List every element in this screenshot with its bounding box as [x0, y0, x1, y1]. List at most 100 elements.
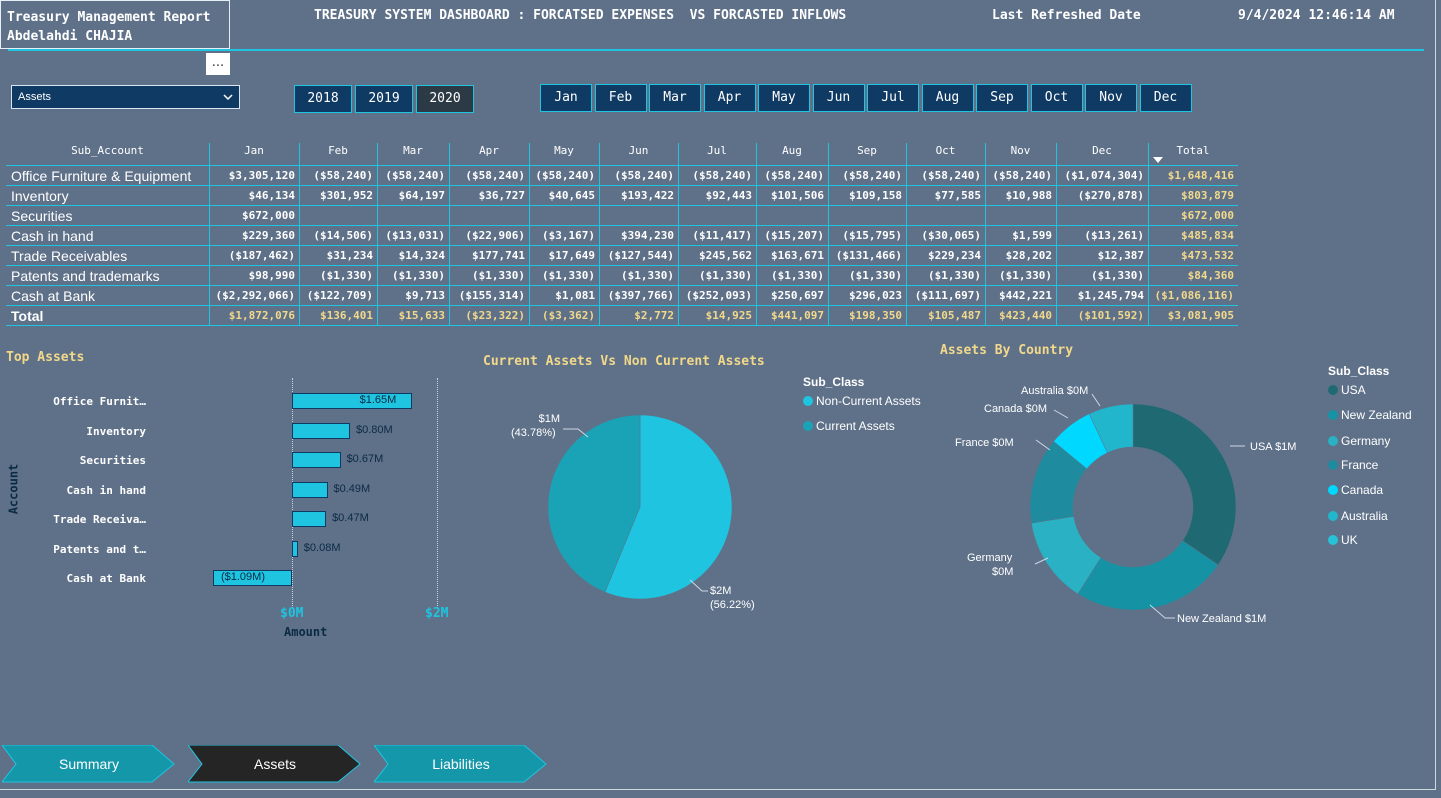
table-cell: ($2,292,066) [215, 289, 295, 302]
table-cell: ($1,330) [928, 269, 981, 282]
column-header-sub_account[interactable]: Sub_Account [6, 144, 209, 157]
table-cell: ($1,086,116) [1154, 289, 1234, 302]
table-cell: $198,350 [849, 309, 902, 322]
table-cell: $1,599 [1012, 229, 1052, 242]
legend-dot-icon [1328, 485, 1338, 495]
legend-item-non-current-assets[interactable]: Non-Current Assets [803, 394, 921, 408]
bar[interactable] [292, 481, 328, 498]
bar[interactable] [292, 511, 327, 527]
table-cell: ($58,240) [842, 169, 902, 182]
nav-button-assets[interactable]: Assets [188, 745, 362, 783]
table-cell: $3,081,905 [1167, 309, 1234, 322]
legend-item-new-zealand[interactable]: New Zealand [1328, 408, 1412, 422]
donut-label-france: France $0M [955, 437, 1014, 449]
year-button-2018[interactable]: 2018 [294, 85, 352, 113]
month-button-aug[interactable]: Aug [921, 84, 974, 112]
month-button-jan[interactable]: Jan [540, 84, 592, 112]
table-cell: $394,230 [621, 229, 674, 242]
year-button-2019[interactable]: 2019 [355, 85, 413, 113]
table-cell: ($58,240) [535, 169, 595, 182]
column-header-jan[interactable]: Jan [209, 144, 299, 157]
legend-item-uk[interactable]: UK [1328, 533, 1358, 547]
table-cell: ($1,330) [771, 269, 824, 282]
table-cell: ($58,240) [614, 169, 674, 182]
month-button-jul[interactable]: Jul [867, 84, 919, 112]
table-cell: ($15,207) [764, 229, 824, 242]
refresh-value: 9/4/2024 12:46:14 AM [1238, 8, 1395, 23]
legend-item-usa[interactable]: USA [1328, 383, 1366, 397]
legend-item-france[interactable]: France [1328, 458, 1378, 472]
table-cell: ($127,544) [607, 249, 674, 262]
column-header-sep[interactable]: Sep [828, 144, 906, 157]
table-cell: $229,234 [928, 249, 981, 262]
column-header-jun[interactable]: Jun [599, 144, 678, 157]
bar-value-label: $0.67M [346, 453, 384, 465]
legend-item-australia[interactable]: Australia [1328, 509, 1388, 523]
table-cell: ($3,167) [542, 229, 595, 242]
month-button-apr[interactable]: Apr [703, 84, 756, 112]
bar-category-label: Office Furnit… [53, 395, 146, 408]
legend-dot-icon [1328, 436, 1338, 446]
table-cell: $296,023 [849, 289, 902, 302]
column-header-apr[interactable]: Apr [449, 144, 529, 157]
month-button-feb[interactable]: Feb [594, 84, 647, 112]
legend-item-current-assets[interactable]: Current Assets [803, 419, 895, 433]
report-title: Treasury Management Report [7, 10, 211, 25]
report-title-box: Treasury Management Report Abdelahdi CHA… [0, 0, 230, 49]
donut-label-australia: Australia $0M [1021, 385, 1089, 397]
table-cell: ($58,240) [764, 169, 824, 182]
category-dropdown[interactable]: Assets [11, 85, 240, 109]
column-header-may[interactable]: May [529, 144, 599, 157]
column-header-oct[interactable]: Oct [906, 144, 985, 157]
row-label: Trade Receivables [11, 248, 128, 264]
table-cell: $423,440 [999, 309, 1052, 322]
more-options-icon[interactable]: ... [206, 53, 230, 75]
x-tick-label: $2M [425, 606, 449, 621]
legend-item-canada[interactable]: Canada [1328, 483, 1383, 497]
table-cell: ($22,906) [465, 229, 525, 242]
chevron-down-icon [223, 94, 233, 101]
pie1-leader-lines [563, 428, 708, 592]
column-header-mar[interactable]: Mar [377, 144, 449, 157]
month-button-sep[interactable]: Sep [976, 84, 1028, 112]
table-cell: ($11,417) [692, 229, 752, 242]
column-header-dec[interactable]: Dec [1056, 144, 1148, 157]
table-row-divider [6, 325, 1238, 326]
nav-button-liabilities[interactable]: Liabilities [374, 745, 548, 783]
table-cell: $10,988 [1005, 189, 1052, 202]
column-header-aug[interactable]: Aug [756, 144, 828, 157]
legend-item-germany[interactable]: Germany [1328, 434, 1390, 448]
bar[interactable] [292, 452, 341, 468]
column-header-total[interactable]: Total [1148, 144, 1238, 157]
month-button-jun[interactable]: Jun [812, 84, 865, 112]
bar[interactable] [292, 422, 350, 439]
legend-label: France [1341, 458, 1379, 472]
legend-label: UK [1341, 533, 1358, 547]
month-button-may[interactable]: May [758, 84, 810, 112]
table-cell: $109,158 [849, 189, 902, 202]
column-header-feb[interactable]: Feb [299, 144, 377, 157]
month-button-nov[interactable]: Nov [1085, 84, 1137, 112]
table-cell: $17,649 [548, 249, 595, 262]
table-cell: ($13,261) [1084, 229, 1144, 242]
table-cell: ($131,466) [835, 249, 902, 262]
table-cell: $3,305,120 [228, 169, 295, 182]
column-header-nov[interactable]: Nov [985, 144, 1056, 157]
bar-category-label: Cash in hand [66, 483, 146, 497]
month-button-mar[interactable]: Mar [649, 84, 701, 112]
month-button-dec[interactable]: Dec [1139, 84, 1192, 112]
table-cell: $31,234 [326, 249, 373, 262]
nav-button-summary[interactable]: Summary [2, 745, 176, 783]
bar-value-label: $0.08M [303, 541, 341, 554]
table-cell: $98,990 [248, 269, 295, 282]
refresh-label: Last Refreshed Date [992, 8, 1141, 23]
bar[interactable] [292, 540, 298, 557]
bar-value-label: $0.80M [356, 423, 393, 436]
sort-descending-icon[interactable] [1153, 157, 1163, 163]
table-row-divider [6, 225, 1238, 226]
table-cell: $245,562 [699, 249, 752, 262]
month-button-oct[interactable]: Oct [1030, 84, 1083, 112]
year-button-2020[interactable]: 2020 [416, 85, 474, 113]
table-cell: $441,097 [771, 309, 824, 322]
column-header-jul[interactable]: Jul [678, 144, 756, 157]
